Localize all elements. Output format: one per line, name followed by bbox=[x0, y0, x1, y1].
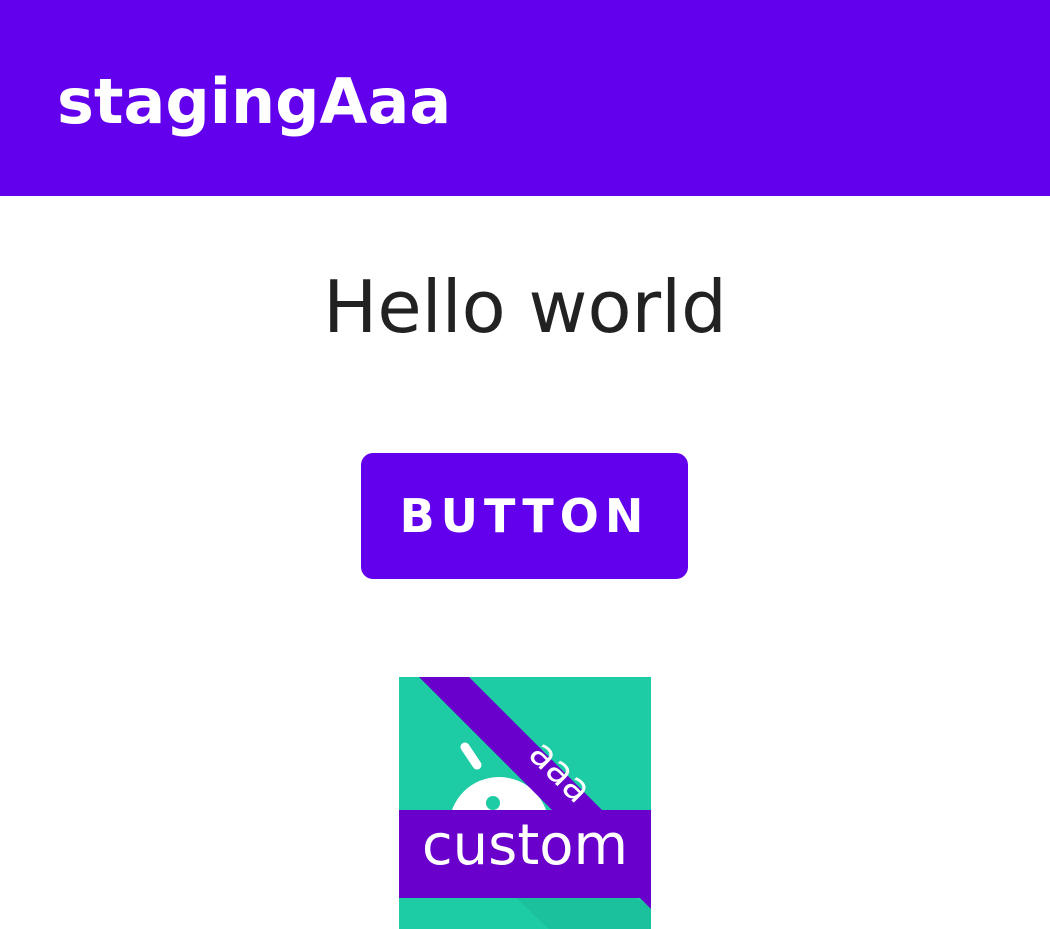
button-label: BUTTON bbox=[399, 489, 650, 543]
android-launcher-icon: aaa custom bbox=[399, 677, 651, 929]
app-title: stagingAaa bbox=[57, 65, 452, 138]
greeting-text: Hello world bbox=[323, 265, 727, 349]
icon-banner-text: custom bbox=[422, 813, 628, 878]
main-button[interactable]: BUTTON bbox=[361, 453, 688, 579]
app-bar: stagingAaa bbox=[0, 0, 1050, 196]
